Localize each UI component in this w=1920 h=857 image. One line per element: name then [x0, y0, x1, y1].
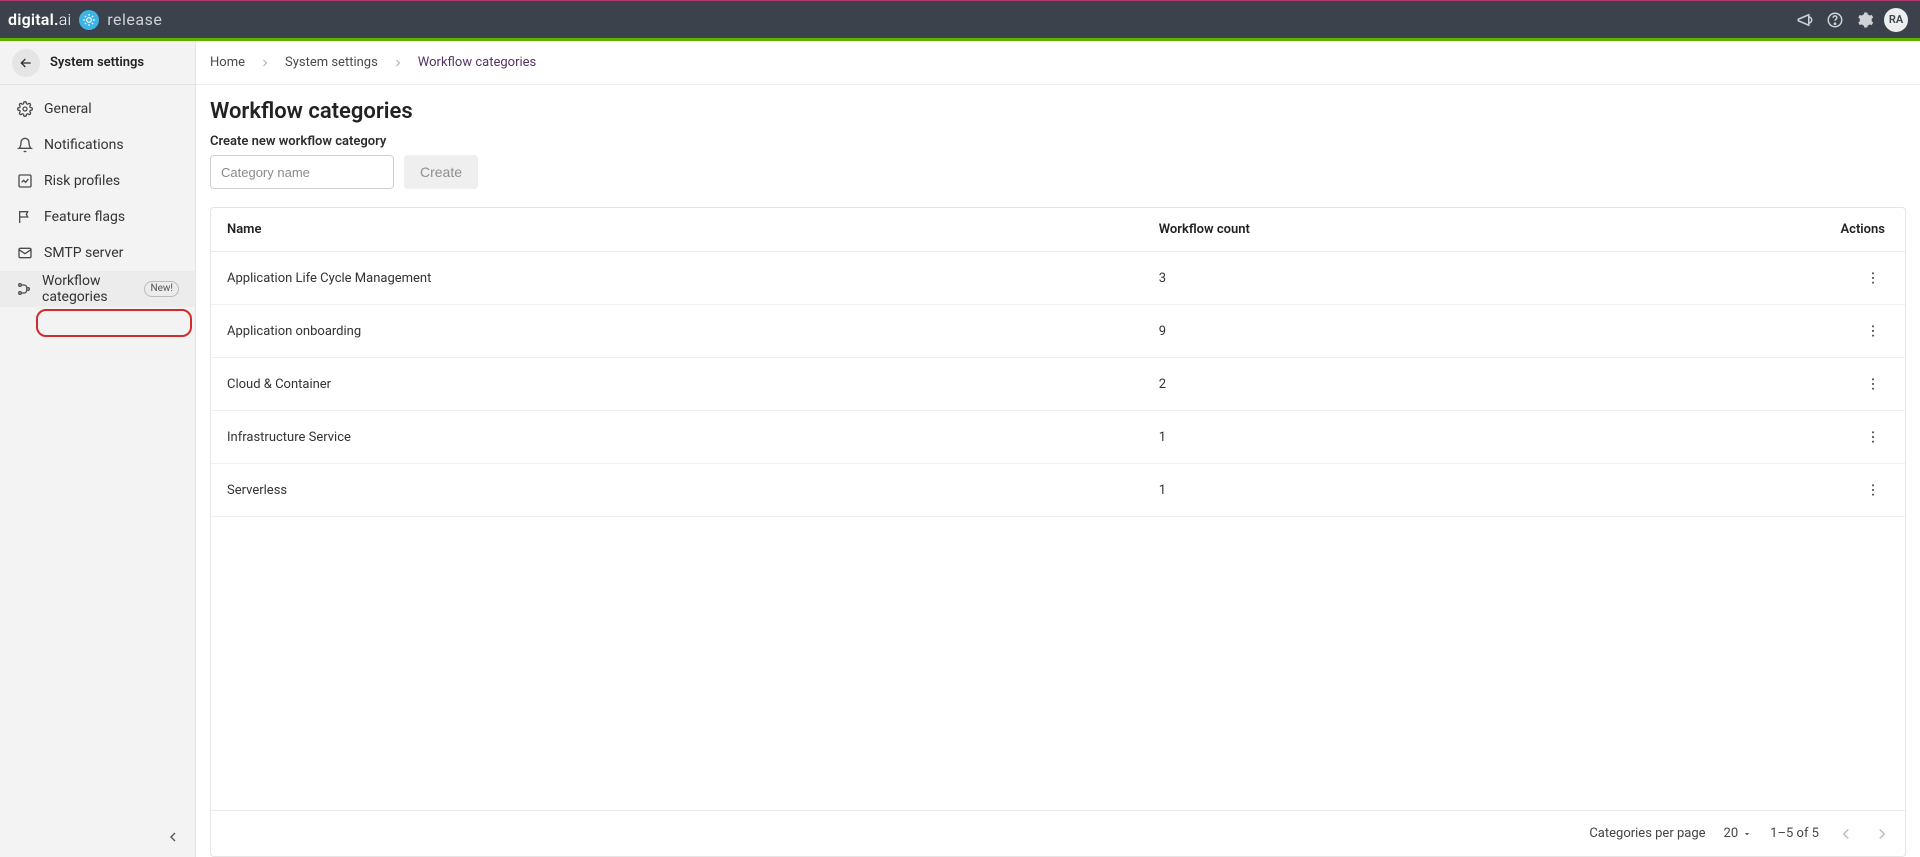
cell-name: Cloud & Container [211, 358, 1143, 411]
row-actions-button[interactable] [1861, 372, 1885, 396]
back-button[interactable] [12, 49, 40, 77]
category-name-input[interactable] [210, 155, 394, 189]
sidebar-item-label: Feature flags [44, 209, 125, 225]
table-row: Infrastructure Service1 [211, 411, 1905, 464]
mail-icon [16, 245, 34, 261]
cell-count: 9 [1143, 305, 1736, 358]
row-actions-button[interactable] [1861, 266, 1885, 290]
cell-name: Serverless [211, 464, 1143, 517]
cell-count: 2 [1143, 358, 1736, 411]
brand-logo-icon [79, 10, 99, 30]
table-pager: Categories per page 20 1–5 of 5 [211, 810, 1905, 856]
gear-icon[interactable] [1850, 5, 1880, 35]
top-bar: digital.ai release RA [0, 0, 1920, 38]
page-size-value: 20 [1724, 826, 1739, 841]
create-button[interactable]: Create [404, 155, 478, 189]
col-header-count: Workflow count [1143, 208, 1736, 252]
next-page-button[interactable] [1873, 825, 1891, 843]
row-actions-button[interactable] [1861, 319, 1885, 343]
sidebar-item-label: Risk profiles [44, 173, 120, 189]
sidebar-title: System settings [50, 55, 144, 70]
sidebar-item-risk-profiles[interactable]: Risk profiles [0, 163, 195, 199]
chevron-right-icon [392, 57, 404, 69]
page-title: Workflow categories [210, 99, 1906, 124]
sidebar-item-workflow-categories[interactable]: Workflow categories New! [0, 271, 195, 307]
row-actions-button[interactable] [1861, 478, 1885, 502]
page-range: 1–5 of 5 [1770, 826, 1819, 841]
sidebar-item-label: Notifications [44, 137, 124, 153]
cell-count: 3 [1143, 252, 1736, 305]
categories-table: Name Workflow count Actions Application … [210, 207, 1906, 857]
sidebar: System settings General Notifications Ri… [0, 41, 196, 857]
row-actions-button[interactable] [1861, 425, 1885, 449]
create-category-label: Create new workflow category [210, 134, 1906, 149]
cell-name: Infrastructure Service [211, 411, 1143, 464]
highlight-ring [36, 309, 192, 337]
sidebar-item-feature-flags[interactable]: Feature flags [0, 199, 195, 235]
cell-count: 1 [1143, 411, 1736, 464]
breadcrumb-link[interactable]: System settings [285, 55, 378, 70]
breadcrumb: Home System settings Workflow categories [196, 41, 1920, 85]
avatar[interactable]: RA [1884, 8, 1908, 32]
table-row: Application Life Cycle Management3 [211, 252, 1905, 305]
brand-primary: digital.ai [8, 10, 71, 29]
prev-page-button[interactable] [1837, 825, 1855, 843]
new-badge: New! [144, 281, 179, 297]
sidebar-item-notifications[interactable]: Notifications [0, 127, 195, 163]
col-header-actions: Actions [1736, 208, 1905, 252]
brand: digital.ai release [8, 10, 162, 30]
help-icon[interactable] [1820, 5, 1850, 35]
branches-icon [16, 281, 32, 297]
announce-icon[interactable] [1790, 5, 1820, 35]
per-page-label: Categories per page [1589, 826, 1705, 841]
sidebar-item-label: SMTP server [44, 245, 123, 261]
sidebar-item-label: General [44, 101, 92, 117]
breadcrumb-current: Workflow categories [418, 55, 536, 70]
sidebar-item-label: Workflow categories [42, 273, 130, 305]
collapse-sidebar-button[interactable] [161, 825, 185, 849]
sidebar-item-general[interactable]: General [0, 91, 195, 127]
cell-name: Application Life Cycle Management [211, 252, 1143, 305]
table-row: Application onboarding9 [211, 305, 1905, 358]
risk-icon [16, 173, 34, 189]
brand-product: release [107, 10, 162, 29]
sidebar-item-smtp-server[interactable]: SMTP server [0, 235, 195, 271]
sidebar-header: System settings [0, 41, 195, 85]
main-content: Home System settings Workflow categories… [196, 41, 1920, 857]
table-row: Serverless1 [211, 464, 1905, 517]
caret-down-icon [1742, 829, 1752, 839]
flag-icon [16, 209, 34, 225]
bell-icon [16, 137, 34, 153]
table-row: Cloud & Container2 [211, 358, 1905, 411]
cell-name: Application onboarding [211, 305, 1143, 358]
chevron-right-icon [259, 57, 271, 69]
cell-count: 1 [1143, 464, 1736, 517]
gear-icon [16, 101, 34, 117]
page-size-select[interactable]: 20 [1724, 826, 1753, 841]
breadcrumb-link[interactable]: Home [210, 55, 245, 70]
col-header-name: Name [211, 208, 1143, 252]
